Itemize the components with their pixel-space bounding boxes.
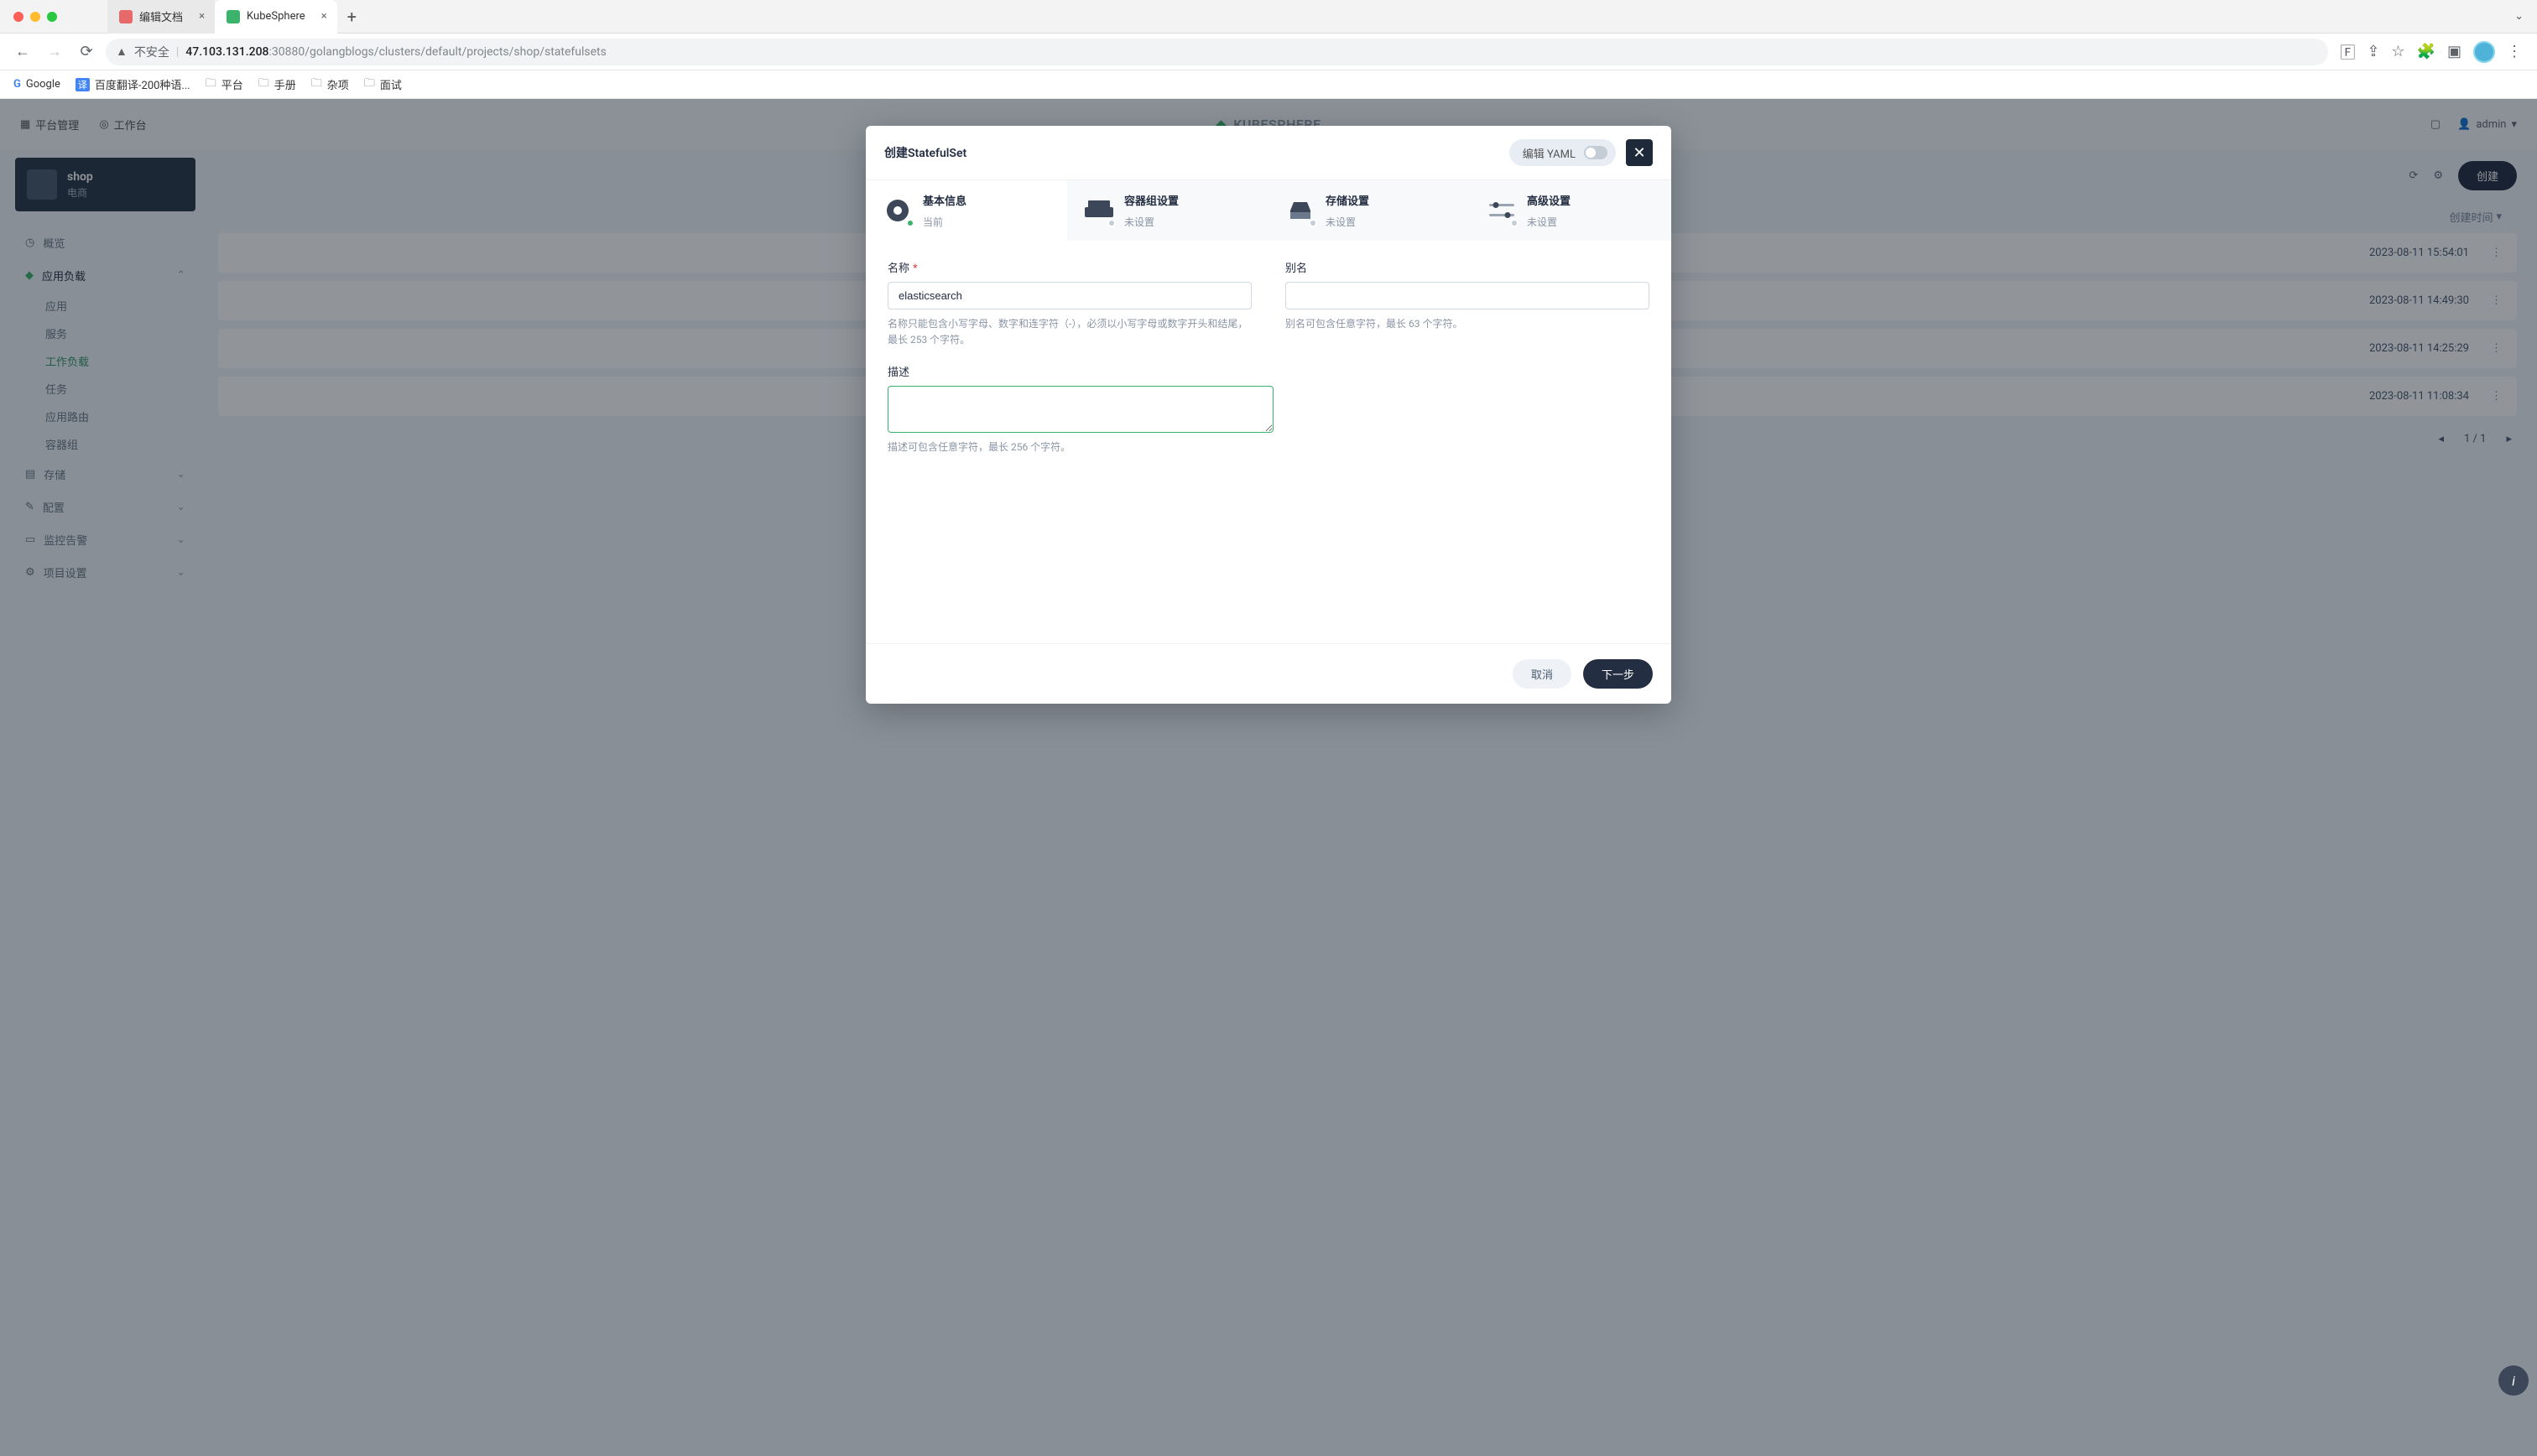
alias-input[interactable] <box>1285 282 1649 309</box>
sliders-icon <box>1487 195 1517 226</box>
address-bar[interactable]: ▲ 不安全 | 47.103.131.208:30880/golangblogs… <box>106 39 2328 65</box>
storage-icon <box>1285 195 1315 226</box>
description-textarea[interactable] <box>888 386 1274 433</box>
close-tab-icon[interactable]: × <box>321 10 327 23</box>
folder-icon: 🗀 <box>206 75 216 94</box>
close-modal-button[interactable]: ✕ <box>1626 139 1653 166</box>
step-storage-settings[interactable]: 存储设置未设置 <box>1268 180 1470 241</box>
description-hint: 描述可包含任意字符，最长 256 个字符。 <box>888 439 1274 455</box>
browser-toolbar: ← → ⟳ ▲ 不安全 | 47.103.131.208:30880/golan… <box>0 34 2537 70</box>
switch-icon <box>1584 146 1607 159</box>
bookmark-baidu-translate[interactable]: 译百度翻译-200种语... <box>76 76 190 92</box>
name-input[interactable] <box>888 282 1252 309</box>
insecure-icon: ▲ <box>116 44 128 59</box>
basic-info-form: 名称* 名称只能包含小写字母、数字和连字符（-），必须以小写字母或数字开头和结尾… <box>866 241 1671 478</box>
tab-overflow-icon[interactable]: ⌄ <box>2514 10 2524 23</box>
modal-footer: 取消 下一步 <box>866 643 1671 704</box>
bookmarks-bar: GGoogle 译百度翻译-200种语... 🗀平台 🗀手册 🗀杂项 🗀面试 <box>0 70 2537 99</box>
name-hint: 名称只能包含小写字母、数字和连字符（-），必须以小写字母或数字开头和结尾，最长 … <box>888 316 1252 348</box>
description-label: 描述 <box>888 363 1274 379</box>
new-tab-button[interactable]: + <box>347 7 357 27</box>
star-icon[interactable]: ☆ <box>2391 43 2404 60</box>
folder-icon: 🗀 <box>364 75 375 94</box>
name-field-row: 名称* 名称只能包含小写字母、数字和连字符（-），必须以小写字母或数字开头和结尾… <box>888 259 1252 348</box>
help-fab[interactable]: i <box>2498 1365 2529 1396</box>
share-icon[interactable]: ⇪ <box>2367 43 2379 60</box>
bookmark-folder-misc[interactable]: 🗀杂项 <box>311 75 349 94</box>
folder-icon: 🗀 <box>258 75 269 94</box>
back-button[interactable]: ← <box>10 43 35 60</box>
description-field-row: 描述 描述可包含任意字符，最长 256 个字符。 <box>888 363 1274 455</box>
kebab-icon[interactable]: ⋮ <box>2507 43 2522 60</box>
security-label: 不安全 <box>134 44 169 60</box>
close-window-dot[interactable] <box>13 12 23 22</box>
alias-label: 别名 <box>1285 259 1649 275</box>
close-tab-icon[interactable]: × <box>199 10 205 23</box>
bookmark-folder-manual[interactable]: 🗀手册 <box>258 75 296 94</box>
toolbar-right-icons: 🄵 ⇪ ☆ 🧩 ▣ ⋮ <box>2335 41 2527 63</box>
edit-yaml-toggle[interactable]: 编辑 YAML <box>1509 139 1616 166</box>
minimize-window-dot[interactable] <box>30 12 40 22</box>
step-advanced-settings[interactable]: 高级设置未设置 <box>1470 180 1671 241</box>
disc-icon <box>883 195 913 226</box>
name-label: 名称* <box>888 259 1252 275</box>
cancel-button[interactable]: 取消 <box>1513 659 1571 689</box>
close-icon: ✕ <box>1633 144 1645 162</box>
step-basic-info[interactable]: 基本信息当前 <box>866 180 1067 241</box>
ks-favicon <box>227 10 240 23</box>
tab-label: 编辑文档 <box>139 8 183 24</box>
extensions-icon[interactable]: 🧩 <box>2417 43 2435 60</box>
bookmark-google[interactable]: GGoogle <box>13 78 60 91</box>
step-pod-settings[interactable]: 容器组设置未设置 <box>1067 180 1268 241</box>
tab-label: KubeSphere <box>247 10 305 23</box>
folder-icon: 🗀 <box>311 75 322 94</box>
reload-button[interactable]: ⟳ <box>74 43 99 60</box>
alias-hint: 别名可包含任意字符，最长 63 个字符。 <box>1285 316 1649 332</box>
doc-favicon <box>119 10 133 23</box>
alias-field-row: 别名 别名可包含任意字符，最长 63 个字符。 <box>1285 259 1649 348</box>
create-statefulset-modal: 创建StatefulSet 编辑 YAML ✕ 基本信息当前 容器组设置未设置 … <box>866 126 1671 704</box>
modal-header: 创建StatefulSet 编辑 YAML ✕ <box>866 126 1671 180</box>
profile-avatar[interactable] <box>2473 41 2495 63</box>
browser-tab-kubesphere[interactable]: KubeSphere × <box>215 0 337 34</box>
bookmark-folder-platform[interactable]: 🗀平台 <box>206 75 243 94</box>
container-icon <box>1084 195 1114 226</box>
translate-icon[interactable]: 🄵 <box>2340 41 2355 63</box>
url-text: 47.103.131.208:30880/golangblogs/cluster… <box>185 45 607 59</box>
macos-titlebar: 编辑文档 × KubeSphere × + ⌄ <box>0 0 2537 34</box>
bookmark-folder-interview[interactable]: 🗀面试 <box>364 75 402 94</box>
info-icon: i <box>2512 1373 2515 1389</box>
modal-title: 创建StatefulSet <box>884 144 966 161</box>
kubesphere-app: ▦平台管理 ◎工作台 ◆KUBESPHERE ▢ 👤admin ▾ shop 电… <box>0 99 2537 1456</box>
wizard-steps: 基本信息当前 容器组设置未设置 存储设置未设置 高级设置未设置 <box>866 180 1671 241</box>
next-button[interactable]: 下一步 <box>1583 659 1653 689</box>
traffic-lights <box>13 12 57 22</box>
panel-icon[interactable]: ▣ <box>2447 43 2461 60</box>
zoom-window-dot[interactable] <box>47 12 57 22</box>
forward-button[interactable]: → <box>42 43 67 60</box>
browser-tab-doc[interactable]: 编辑文档 × <box>107 0 215 34</box>
